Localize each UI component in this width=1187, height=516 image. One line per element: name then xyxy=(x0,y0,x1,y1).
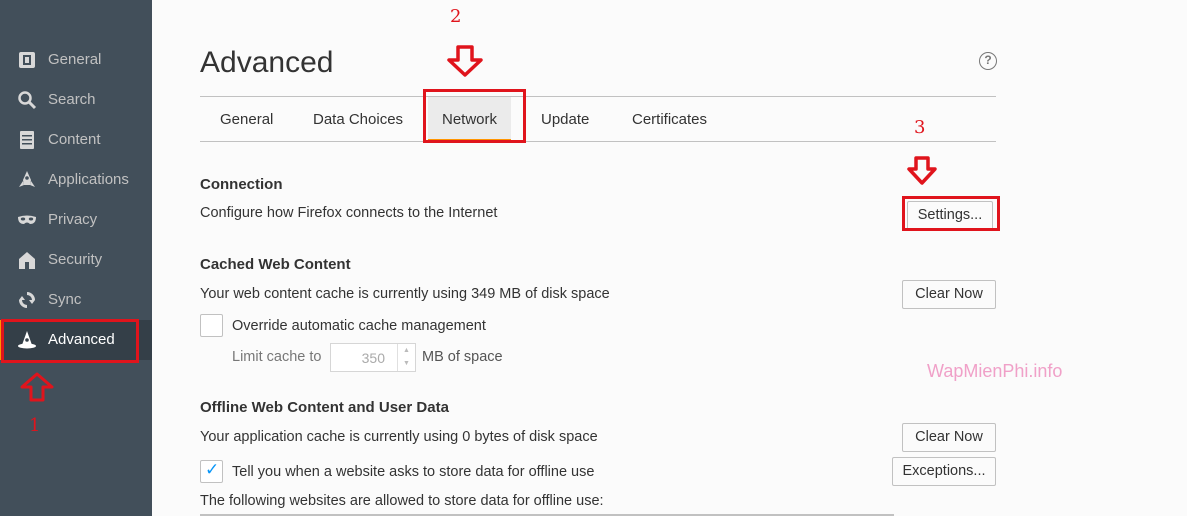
connection-heading: Connection xyxy=(200,176,283,193)
help-icon[interactable]: ? xyxy=(979,52,997,70)
cache-clear-now-button[interactable]: Clear Now xyxy=(902,280,996,309)
tab-update[interactable]: Update xyxy=(541,97,589,142)
sidebar-item-label: Search xyxy=(48,91,96,108)
tab-bar: General Data Choices Network Update Cert… xyxy=(200,96,996,142)
offline-exceptions-button[interactable]: Exceptions... xyxy=(892,457,996,486)
sidebar-item-search[interactable]: Search xyxy=(0,80,152,120)
content-icon xyxy=(20,131,34,149)
cache-status: Your web content cache is currently usin… xyxy=(200,286,610,302)
annotation-step-1: 1 xyxy=(29,415,41,436)
cache-heading: Cached Web Content xyxy=(200,256,351,273)
override-cache-label: Override automatic cache management xyxy=(232,318,486,334)
arrow-down-icon xyxy=(447,45,483,77)
override-cache-checkbox[interactable] xyxy=(200,314,223,337)
sidebar-item-label: Content xyxy=(48,131,101,148)
offline-allowed-label: The following websites are allowed to st… xyxy=(200,493,604,509)
offline-status: Your application cache is currently usin… xyxy=(200,429,598,445)
offline-clear-now-button[interactable]: Clear Now xyxy=(902,423,996,452)
sidebar: General Search Content Applications Priv… xyxy=(0,0,152,516)
sidebar-item-security[interactable]: Security xyxy=(0,240,152,280)
sidebar-item-applications[interactable]: Applications xyxy=(0,160,152,200)
annotation-step-2: 2 xyxy=(450,6,462,27)
sidebar-item-label: Security xyxy=(48,251,103,268)
annotation-box-settings xyxy=(902,196,1000,231)
sidebar-item-general[interactable]: General xyxy=(0,40,152,80)
arrow-up-icon xyxy=(20,372,54,402)
limit-cache-unit: MB of space xyxy=(422,349,503,365)
limit-cache-label: Limit cache to xyxy=(232,349,322,365)
stepper-arrows-icon[interactable]: ▲ ▼ xyxy=(397,344,415,371)
sidebar-item-label: Sync xyxy=(48,291,82,308)
sidebar-item-label: Applications xyxy=(48,171,129,188)
annotation-box-advanced xyxy=(1,319,139,363)
arrow-down-icon xyxy=(907,156,937,185)
tell-offline-label: Tell you when a website asks to store da… xyxy=(232,464,595,480)
mask-icon xyxy=(18,215,36,224)
tell-offline-checkbox[interactable] xyxy=(200,460,223,483)
applications-icon xyxy=(19,171,35,187)
sidebar-item-content[interactable]: Content xyxy=(0,120,152,160)
tab-certificates[interactable]: Certificates xyxy=(632,97,707,142)
tab-data-choices[interactable]: Data Choices xyxy=(313,97,403,142)
tab-general[interactable]: General xyxy=(220,97,273,142)
sidebar-item-label: General xyxy=(48,51,102,68)
connection-description: Configure how Firefox connects to the In… xyxy=(200,205,498,221)
sidebar-item-privacy[interactable]: Privacy xyxy=(0,200,152,240)
page-title: Advanced xyxy=(200,46,334,79)
sync-icon xyxy=(19,292,35,308)
offline-heading: Offline Web Content and User Data xyxy=(200,399,449,416)
cache-size-stepper[interactable]: 350 ▲ ▼ xyxy=(330,343,416,372)
search-icon xyxy=(18,91,37,110)
general-icon xyxy=(19,52,35,68)
annotation-box-network xyxy=(423,89,526,143)
sidebar-item-sync[interactable]: Sync xyxy=(0,280,152,320)
security-icon xyxy=(19,252,35,269)
annotation-step-3: 3 xyxy=(914,117,926,138)
cache-size-value: 350 xyxy=(361,350,385,366)
watermark: WapMienPhi.info xyxy=(927,361,1063,381)
sidebar-item-label: Privacy xyxy=(48,211,98,228)
